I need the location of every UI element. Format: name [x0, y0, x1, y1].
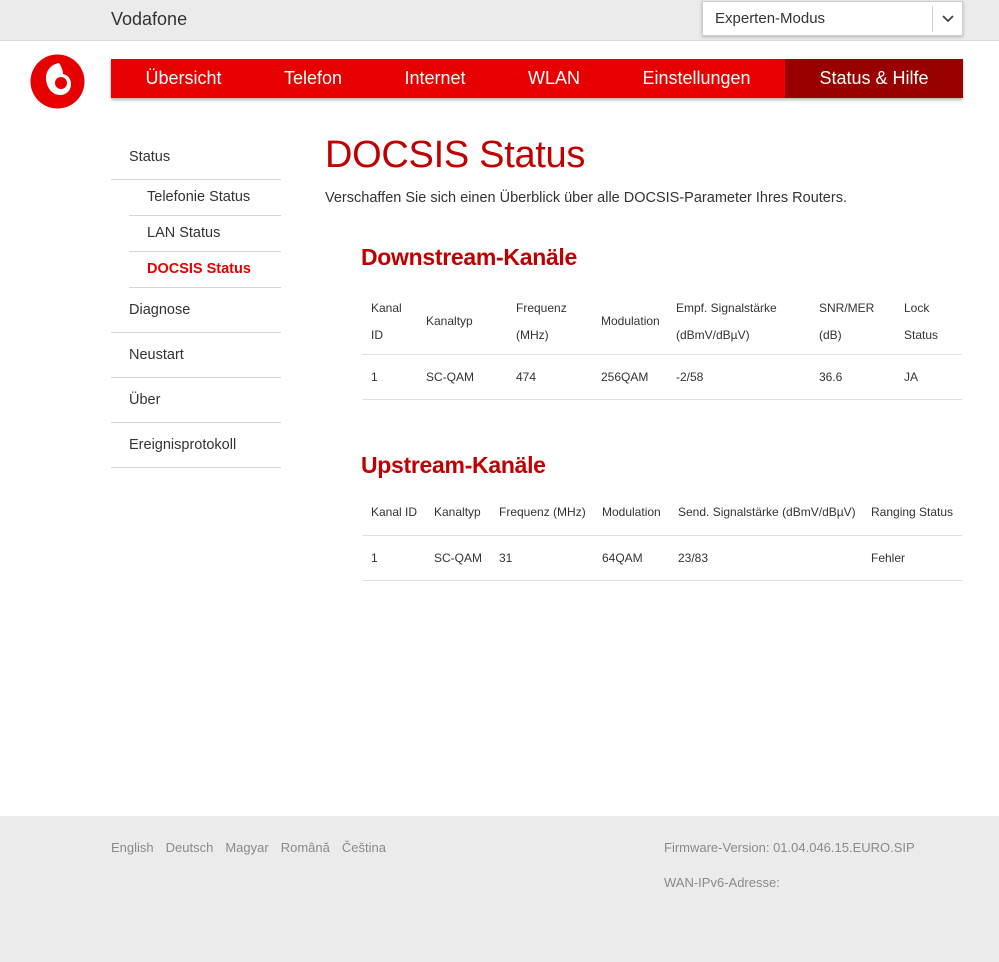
- downstream-title: Downstream-Kanäle: [361, 244, 578, 270]
- header-line: (dBmV/dBµV): [676, 327, 750, 342]
- table-cell: 36.6: [819, 369, 843, 384]
- chevron-down-icon[interactable]: [935, 6, 961, 32]
- header-line: (MHz): [516, 327, 549, 342]
- sidebar: Status Telefonie Status LAN Status DOCSI…: [111, 134, 281, 468]
- table-header: Modulation: [592, 290, 667, 354]
- table-cell: 474: [516, 369, 537, 384]
- sidebar-item-neustart[interactable]: Neustart: [111, 333, 281, 378]
- nav-item-telefon[interactable]: Telefon: [256, 59, 370, 98]
- language-link-english[interactable]: English: [111, 840, 154, 855]
- table-cell: Fehler: [871, 550, 906, 565]
- sidebar-item-docsis-status[interactable]: DOCSIS Status: [129, 252, 281, 288]
- header-line: Modulation: [601, 314, 660, 329]
- table-header-row: Kanal ID Kanaltyp Frequenz (MHz) Modulat…: [362, 490, 962, 535]
- header-line: Kanaltyp: [426, 314, 473, 329]
- nav-item-status-hilfe[interactable]: Status & Hilfe: [785, 59, 963, 98]
- mode-select-divider: [932, 6, 933, 32]
- table-cell: 31: [499, 550, 513, 565]
- vodafone-logo-icon[interactable]: [30, 54, 85, 109]
- table-header: Kanal ID: [371, 504, 418, 519]
- header-line: (dB): [819, 327, 842, 342]
- wan-ipv6-address: WAN-IPv6-Adresse:: [664, 875, 780, 890]
- table-header: Frequenz (MHz): [507, 290, 592, 354]
- table-cell: -2/58: [676, 369, 704, 384]
- brand-name: Vodafone: [111, 9, 188, 29]
- sidebar-item-lan-status[interactable]: LAN Status: [129, 216, 281, 252]
- mode-select[interactable]: Experten-Modus: [702, 1, 963, 36]
- header-line: ID: [371, 327, 383, 342]
- language-link-cestina[interactable]: Čeština: [342, 840, 386, 855]
- downstream-table: Kanal ID Kanaltyp Frequenz (MHz) Modulatio…: [362, 290, 962, 400]
- nav-item-internet[interactable]: Internet: [370, 59, 500, 98]
- page-title: DOCSIS Status: [325, 134, 586, 176]
- table-header: Lock Status: [895, 290, 962, 354]
- footer: English Deutsch Magyar Română Čeština Fi…: [0, 816, 999, 962]
- table-header: Empf. Signalstärke (dBmV/dBµV): [667, 290, 810, 354]
- header-line: Frequenz: [516, 300, 567, 315]
- table-header: Kanaltyp: [434, 504, 481, 519]
- language-link-deutsch[interactable]: Deutsch: [166, 840, 214, 855]
- nav-item-wlan[interactable]: WLAN: [500, 59, 608, 98]
- table-cell: 1: [371, 550, 378, 565]
- nav-item-uebersicht[interactable]: Übersicht: [111, 59, 256, 98]
- table-header: Send. Signalstärke (dBmV/dBµV): [678, 504, 856, 519]
- table-cell: 64QAM: [602, 550, 643, 565]
- page-intro: Verschaffen Sie sich einen Überblick übe…: [325, 190, 847, 206]
- nav-item-einstellungen[interactable]: Einstellungen: [608, 59, 785, 98]
- table-header: SNR/MER (dB): [810, 290, 895, 354]
- table-cell: 256QAM: [601, 369, 649, 384]
- sidebar-item-status[interactable]: Status: [111, 134, 281, 180]
- table-row: 1 SC-QAM 31 64QAM 23/83 Fehler: [362, 535, 962, 580]
- table-row: 1 SC-QAM 474 256QAM -2/58 36.6 JA: [362, 354, 962, 399]
- table-header: Frequenz (MHz): [499, 504, 586, 519]
- top-bar: Vodafone Experten-Modus: [0, 0, 999, 41]
- header-line: Lock: [904, 300, 930, 315]
- table-cell: 23/83: [678, 550, 709, 565]
- sidebar-item-telefonie-status[interactable]: Telefonie Status: [129, 180, 281, 216]
- table-cell: SC-QAM: [426, 369, 474, 384]
- sidebar-item-ereignisprotokoll[interactable]: Ereignisprotokoll: [111, 423, 281, 468]
- table-cell: 1: [371, 369, 378, 384]
- table-cell: JA: [904, 369, 919, 384]
- upstream-title: Upstream-Kanäle: [361, 452, 546, 478]
- main-nav: Übersicht Telefon Internet WLAN Einstell…: [111, 59, 963, 98]
- mode-select-value: Experten-Modus: [715, 10, 826, 27]
- header-line: Status: [904, 327, 939, 342]
- table-cell: SC-QAM: [434, 550, 482, 565]
- sidebar-item-ueber[interactable]: Über: [111, 378, 281, 423]
- header-line: Empf. Signalstärke: [676, 300, 777, 315]
- firmware-version: Firmware-Version: 01.04.046.15.EURO.SIP: [664, 840, 915, 855]
- table-header: Kanaltyp: [417, 290, 507, 354]
- sidebar-item-diagnose[interactable]: Diagnose: [111, 288, 281, 333]
- table-header: Kanal ID: [362, 290, 417, 354]
- upstream-table: Kanal ID Kanaltyp Frequenz (MHz) Modulat…: [362, 490, 962, 581]
- header-line: Kanal: [371, 300, 402, 315]
- header-line: SNR/MER: [819, 300, 875, 315]
- language-link-magyar[interactable]: Magyar: [225, 840, 268, 855]
- table-header-row: Kanal ID Kanaltyp Frequenz (MHz) Modulatio…: [362, 290, 962, 354]
- table-header: Ranging Status: [871, 504, 954, 519]
- language-link-romana[interactable]: Română: [281, 840, 330, 855]
- language-list: English Deutsch Magyar Română Čeština: [111, 840, 386, 855]
- table-header: Modulation: [602, 504, 661, 519]
